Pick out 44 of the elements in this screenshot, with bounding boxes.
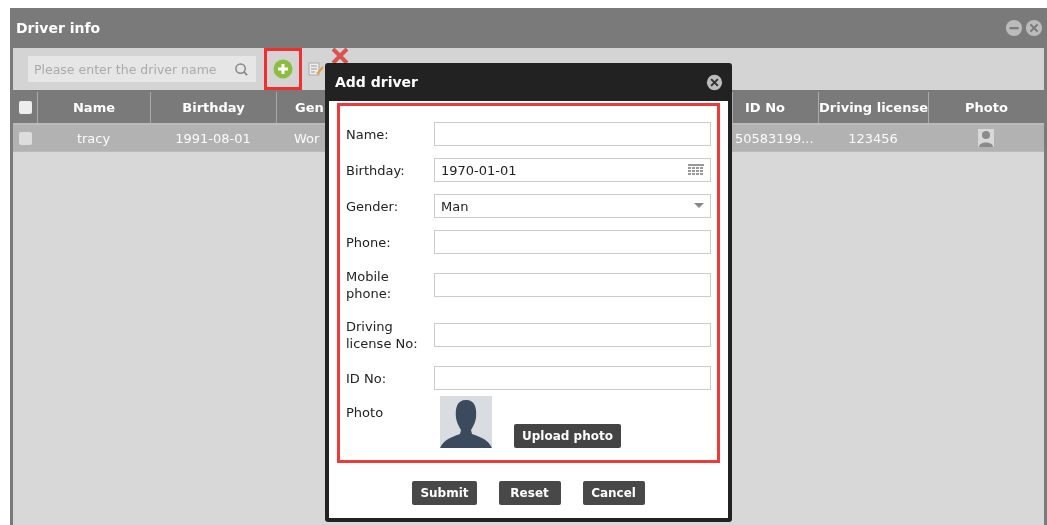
field-label: Phone: [346, 233, 392, 251]
calendar-icon [688, 164, 704, 176]
window-title: Driver info [16, 20, 101, 36]
input-field[interactable] [434, 122, 711, 146]
select-all-checkbox[interactable] [18, 101, 32, 114]
input-field[interactable] [434, 230, 711, 254]
search-icon [234, 62, 249, 77]
table-cell: 50583199... [735, 130, 814, 146]
column-header: Name [37, 92, 150, 123]
add-button[interactable] [264, 48, 302, 90]
dialog-button[interactable]: Submit [412, 481, 477, 505]
input-field[interactable] [434, 366, 711, 390]
table-cell: 1991-08-01 [175, 130, 251, 146]
edit-icon[interactable] [308, 61, 324, 77]
dialog-button[interactable]: Reset [498, 481, 561, 505]
close-icon[interactable] [706, 73, 723, 91]
table-cell: 123456 [848, 130, 898, 146]
field-label: Driving license No: [346, 318, 419, 352]
field-label: Birthday: [346, 161, 406, 179]
minimize-icon[interactable] [1005, 19, 1023, 37]
field-label: Photo [346, 404, 385, 421]
table-cell: Wor [294, 130, 320, 146]
input-field[interactable] [434, 273, 711, 297]
input-field[interactable] [434, 323, 711, 347]
dialog-title: Add driver [335, 74, 418, 90]
column-header: Photo [928, 92, 1044, 123]
caret-icon [694, 203, 704, 209]
search-field[interactable]: Please enter the driver name [28, 56, 256, 82]
dialog-button[interactable]: Cancel [582, 481, 645, 505]
add-icon [273, 59, 293, 79]
column-header: Birthday [150, 92, 276, 123]
delete-icon[interactable] [330, 46, 350, 66]
column-header: Driving license [818, 92, 928, 123]
field-label: Mobile phone: [346, 268, 393, 302]
field-label: ID No: [346, 369, 388, 387]
date-field[interactable]: 1970-01-01 [434, 158, 711, 182]
row-checkbox[interactable] [18, 131, 32, 145]
upload-photo-button[interactable]: Upload photo [514, 424, 621, 448]
avatar-icon [440, 396, 492, 448]
table-cell: tracy [76, 130, 111, 146]
person-icon [978, 129, 994, 147]
field-label: Gender: [346, 197, 400, 215]
gender-dropdown[interactable]: Man [434, 194, 711, 218]
field-label: Name: [346, 125, 390, 143]
